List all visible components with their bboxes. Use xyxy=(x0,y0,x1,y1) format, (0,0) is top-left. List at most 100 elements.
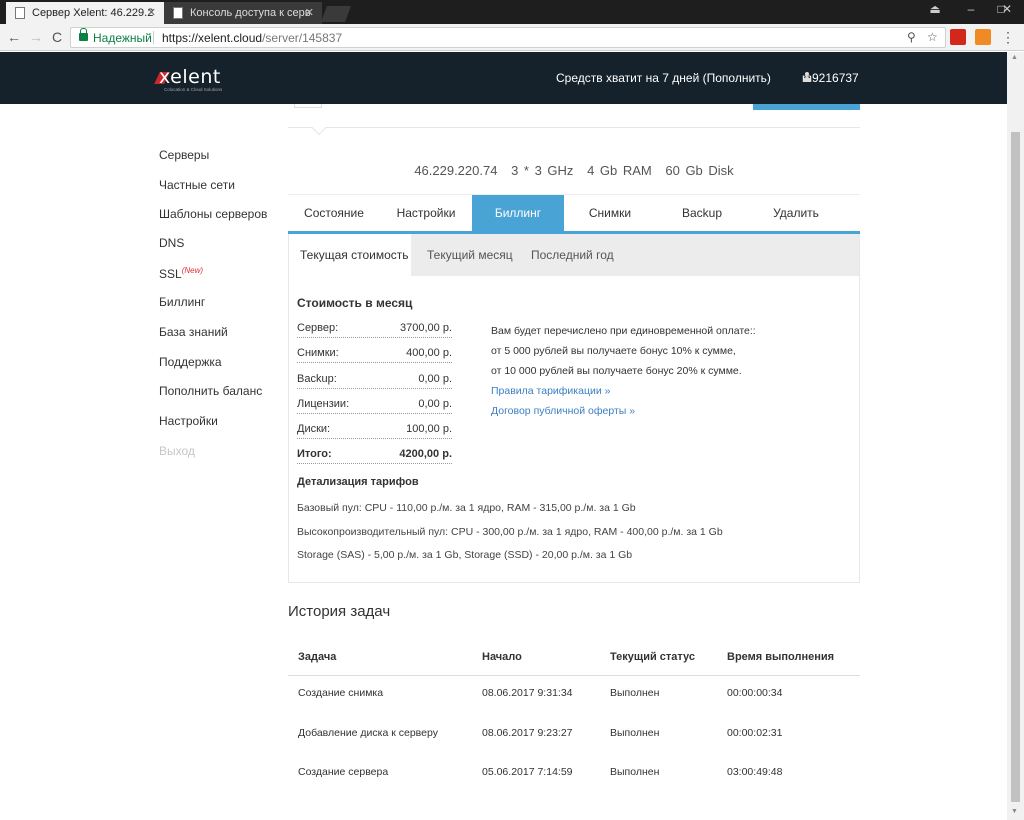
tariff-rules-link[interactable]: Правила тарификации » xyxy=(491,381,756,401)
tab-state[interactable]: Состояние xyxy=(288,195,380,232)
bonus-line: от 5 000 рублей вы получаете бонус 10% к… xyxy=(491,345,736,357)
table-cell: Добавление диска к серверу xyxy=(298,727,438,739)
cost-value: 3700,00 р. xyxy=(400,322,452,334)
sidebar-item-dns[interactable]: DNS xyxy=(159,236,184,250)
server-ip: 46.229.220.74 xyxy=(414,163,498,178)
menu-icon[interactable]: ⋮ xyxy=(998,27,1018,47)
server-specs: 46.229.220.74 3 * 3 GHz 4 Gb RAM 60 Gb D… xyxy=(288,163,860,178)
document-icon xyxy=(15,7,25,19)
table-cell: 08.06.2017 9:31:34 xyxy=(482,687,573,699)
user-menu[interactable]: m9216737 xyxy=(787,71,859,85)
user-icon xyxy=(802,72,812,82)
scroll-up-icon[interactable]: ▲ xyxy=(1011,54,1018,61)
tariff-line: Базовый пул: CPU - 110,00 р./м. за 1 ядр… xyxy=(297,502,636,514)
cost-label: Backup: xyxy=(297,373,337,385)
cost-row: Backup: 0,00 р. xyxy=(297,371,452,389)
url-field[interactable]: Надежный https://xelent.cloud/server/145… xyxy=(70,27,946,48)
table-cell: 03:00:49:48 xyxy=(727,766,783,778)
new-tab-button[interactable] xyxy=(321,6,351,22)
scrolled-button[interactable] xyxy=(753,104,860,110)
tab-billing[interactable]: Биллинг xyxy=(472,195,564,232)
cost-value: 400,00 р. xyxy=(406,347,452,359)
forward-icon[interactable]: → xyxy=(26,27,46,47)
table-cell: 05.06.2017 7:14:59 xyxy=(482,766,573,778)
scroll-thumb[interactable] xyxy=(1011,132,1020,802)
billing-panel: Текущая стоимость Текущий месяц Последни… xyxy=(288,234,860,583)
tariff-line: Storage (SAS) - 5,00 р./м. за 1 Gb, Stor… xyxy=(297,549,633,561)
address-bar: ← → C Надежный https://xelent.cloud/serv… xyxy=(0,24,1024,51)
divider xyxy=(153,31,154,44)
tab-settings[interactable]: Настройки xyxy=(380,195,472,232)
scroll-down-icon[interactable]: ▼ xyxy=(1011,808,1018,815)
new-badge: (New) xyxy=(181,266,204,275)
site-header: xelent Colocation & Cloud Solutions Сред… xyxy=(0,52,1007,104)
close-tab-icon[interactable]: ✕ xyxy=(305,2,314,24)
table-cell: Выполнен xyxy=(610,727,660,739)
table-cell: 00:00:02:31 xyxy=(727,727,783,739)
bookmark-star-icon[interactable]: ☆ xyxy=(927,30,938,44)
sidebar-item-knowledge-base[interactable]: База знаний xyxy=(159,325,228,339)
browser-tab-console[interactable]: Консоль доступа к серв ✕ xyxy=(164,2,322,24)
cost-total-value: 4200,00 р. xyxy=(399,448,452,460)
zoom-icon[interactable]: ⚲ xyxy=(907,30,916,44)
url-path: /server/145837 xyxy=(262,31,343,45)
logo[interactable]: xelent xyxy=(159,66,221,88)
secure-label: Надежный xyxy=(93,31,152,45)
history-title: История задач xyxy=(288,603,391,620)
billing-subtabs: Текущая стоимость Текущий месяц Последни… xyxy=(289,234,859,276)
sidebar-item-server-templates[interactable]: Шаблоны серверов xyxy=(159,207,267,221)
sidebar-item-logout[interactable]: Выход xyxy=(159,444,195,458)
subtab-current-cost[interactable]: Текущая стоимость xyxy=(289,234,411,276)
column-header: Задача xyxy=(298,651,337,663)
column-header: Начало xyxy=(482,651,522,663)
profile-icon[interactable]: ⏏ xyxy=(920,0,950,20)
cost-label: Сервер: xyxy=(297,322,339,334)
sidebar-item-private-networks[interactable]: Частные сети xyxy=(159,178,235,192)
close-tab-icon[interactable]: ✕ xyxy=(147,2,156,24)
scrollbar[interactable]: ▲ ▼ xyxy=(1007,52,1024,820)
cost-row: Снимки: 400,00 р. xyxy=(297,345,452,363)
tab-delete[interactable]: Удалить xyxy=(748,195,844,232)
server-ram: 4 Gb RAM xyxy=(587,163,652,178)
subtab-last-year[interactable]: Последний год xyxy=(531,234,614,276)
column-header: Время выполнения xyxy=(727,651,835,663)
sidebar-item-billing[interactable]: Биллинг xyxy=(159,295,205,309)
browser-tab-bar: Сервер Xelent: 46.229.2 ✕ Консоль доступ… xyxy=(0,0,1024,24)
browser-tab-title: Консоль доступа к серв xyxy=(190,7,311,19)
cost-value: 100,00 р. xyxy=(406,423,452,435)
close-window-button[interactable]: ✕ xyxy=(992,0,1022,20)
cost-label: Лицензии: xyxy=(297,398,350,410)
sidebar-item-ssl[interactable]: SSL(New) xyxy=(159,266,203,281)
tariff-line: Высокопроизводительный пул: CPU - 300,00… xyxy=(297,526,723,538)
cost-title: Стоимость в месяц xyxy=(297,296,413,310)
tariffs-title: Детализация тарифов xyxy=(297,476,419,488)
table-cell: Создание снимка xyxy=(298,687,384,699)
reload-icon[interactable]: C xyxy=(47,27,67,47)
browser-tab-server[interactable]: Сервер Xelent: 46.229.2 ✕ xyxy=(6,2,164,24)
table-cell: Выполнен xyxy=(610,687,660,699)
divider xyxy=(288,127,860,128)
subtab-current-month[interactable]: Текущий месяц xyxy=(427,234,513,276)
cost-row: Лицензии: 0,00 р. xyxy=(297,396,452,414)
column-header: Текущий статус xyxy=(610,651,696,663)
sidebar-item-servers[interactable]: Серверы xyxy=(159,148,209,162)
scrolled-control[interactable] xyxy=(294,104,322,108)
public-offer-link[interactable]: Договор публичной оферты » xyxy=(491,401,756,421)
table-cell: Создание сервера xyxy=(298,766,389,778)
sidebar-item-top-up[interactable]: Пополнить баланс xyxy=(159,384,262,398)
table-cell: 00:00:00:34 xyxy=(727,687,783,699)
sidebar-item-settings[interactable]: Настройки xyxy=(159,414,218,428)
table-cell: 08.06.2017 9:23:27 xyxy=(482,727,573,739)
cost-label: Снимки: xyxy=(297,347,339,359)
divider xyxy=(288,675,860,676)
sidebar-item-support[interactable]: Поддержка xyxy=(159,355,222,369)
minimize-button[interactable]: – xyxy=(956,0,986,20)
tab-backup[interactable]: Backup xyxy=(656,195,748,232)
extension-icon[interactable] xyxy=(975,29,991,45)
server-tabs: Состояние Настройки Биллинг Снимки Backu… xyxy=(288,194,860,234)
funds-status[interactable]: Средств хватит на 7 дней (Пополнить) xyxy=(556,71,771,85)
tab-snapshots[interactable]: Снимки xyxy=(564,195,656,232)
table-cell: Выполнен xyxy=(610,766,660,778)
pdf-extension-icon[interactable] xyxy=(950,29,966,45)
back-icon[interactable]: ← xyxy=(4,27,24,47)
